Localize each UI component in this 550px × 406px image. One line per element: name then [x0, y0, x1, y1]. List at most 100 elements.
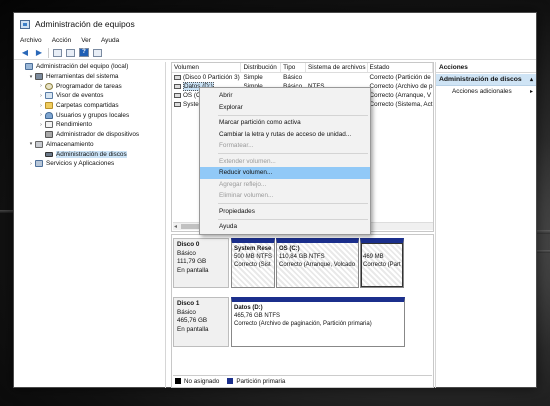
- disk-type: Básico: [177, 308, 196, 316]
- partition-status: Correcto (Arranque, Volcado: [279, 262, 356, 268]
- column-header-volumen[interactable]: Volumen: [172, 63, 242, 72]
- background-decoration: [0, 210, 14, 213]
- chevron-down-icon[interactable]: ▾: [28, 141, 34, 147]
- tree-item[interactable]: › Programador de tareas: [16, 81, 165, 91]
- volume-list-header: Volumen Distribución Tipo Sistema de arc…: [172, 63, 433, 73]
- title-bar: Administración de equipos: [14, 13, 536, 35]
- chevron-up-icon[interactable]: ▴: [530, 74, 533, 86]
- tree-item[interactable]: ▾ Herramientas del sistema: [16, 72, 165, 82]
- context-menu-item[interactable]: Propiedades: [200, 206, 370, 218]
- disk-type: Básico: [177, 249, 196, 257]
- services-icon: [35, 160, 43, 168]
- scroll-left-arrow-icon[interactable]: ◂: [174, 223, 177, 230]
- partition-name: OS (C:): [279, 246, 300, 252]
- column-header-tipo[interactable]: Tipo: [281, 63, 306, 72]
- chevron-right-icon[interactable]: ›: [38, 122, 44, 128]
- disk-row-1[interactable]: Disco 1 Básico 465,76 GB En pantalla Dat…: [173, 297, 432, 347]
- chevron-right-icon[interactable]: ›: [28, 161, 34, 167]
- legend-swatch: [227, 377, 234, 384]
- chevron-right-icon[interactable]: ›: [38, 103, 44, 109]
- chevron-down-icon[interactable]: ▾: [28, 74, 34, 80]
- disk-0-partitions: System Rese 500 MB NTFS Correcto (Sist O…: [231, 238, 432, 288]
- context-menu-item[interactable]: Abrir: [200, 90, 370, 102]
- context-menu-item[interactable]: Reducir volumen...: [200, 167, 370, 179]
- legend-primary: Partición primaria: [227, 378, 285, 385]
- column-header-sistema-archivos[interactable]: Sistema de archivos: [306, 63, 368, 72]
- partition-recovery[interactable]: 469 MB Correcto (Part: [360, 238, 404, 288]
- tree-item[interactable]: › Servicios y Aplicaciones: [16, 159, 165, 169]
- tree-item-label: Administración del equipo (local): [36, 63, 129, 71]
- tree-item[interactable]: Administración del equipo (local): [16, 62, 165, 72]
- partition-os-c[interactable]: OS (C:) 110,84 GB NTFS Correcto (Arranqu…: [276, 238, 359, 288]
- folder-up-icon[interactable]: [53, 48, 62, 57]
- table-cell: Correcto (Partición de: [369, 74, 431, 81]
- chevron-right-icon[interactable]: ›: [38, 93, 44, 99]
- partition-size: 469 MB: [363, 254, 384, 260]
- partition-size: 500 MB NTFS: [234, 254, 273, 260]
- tree-item[interactable]: › Rendimiento: [16, 120, 165, 130]
- column-header-distribucion[interactable]: Distribución: [241, 63, 282, 72]
- menu-ayuda[interactable]: Ayuda: [101, 37, 119, 44]
- actions-selected-label: Administración de discos: [439, 76, 522, 83]
- chevron-right-icon[interactable]: ›: [38, 112, 44, 118]
- context-menu-item[interactable]: Explorar: [200, 102, 370, 114]
- help-icon[interactable]: ?: [79, 48, 89, 57]
- tree-item-label: Administración de discos: [56, 150, 127, 158]
- context-menu-item[interactable]: Marcar partición como activa: [200, 117, 370, 129]
- perf-icon: [45, 121, 53, 129]
- chevron-right-icon: ▸: [529, 89, 533, 95]
- partition-size: 110,84 GB NTFS: [279, 254, 325, 260]
- disk-row-0[interactable]: Disco 0 Básico 111,79 GB En pantalla Sys…: [173, 238, 432, 288]
- tree-item[interactable]: ▾ Almacenamiento: [16, 140, 165, 150]
- context-menu-item: Eliminar volumen...: [219, 192, 274, 199]
- chevron-right-icon[interactable]: ›: [38, 83, 44, 89]
- volume-icon: [174, 92, 181, 98]
- disk-size: 465,76 GB: [177, 317, 208, 324]
- column-header-estado[interactable]: Estado: [368, 63, 433, 72]
- properties-icon[interactable]: [66, 48, 75, 57]
- folder-icon: [45, 102, 53, 110]
- tree-item[interactable]: Administración de discos: [16, 149, 165, 159]
- back-arrow-icon[interactable]: ◀: [20, 48, 30, 57]
- context-menu-item[interactable]: Cambiar la letra y rutas de acceso de un…: [200, 129, 370, 141]
- tree-item[interactable]: › Visor de eventos: [16, 91, 165, 101]
- actions-pane: Acciones Administración de discos ▴ Acci…: [435, 62, 536, 388]
- disk-size: 111,79 GB: [177, 258, 207, 265]
- actions-selected-section[interactable]: Administración de discos ▴: [436, 74, 536, 86]
- window-title: Administración de equipos: [35, 19, 135, 29]
- disk-name: Disco 1: [177, 300, 200, 307]
- toolbar-separator: [48, 47, 49, 58]
- action-label: Acciones adicionales: [452, 88, 512, 95]
- navigation-tree: Administración del equipo (local) ▾ Herram…: [16, 62, 166, 388]
- tree-item-label: Herramientas del sistema: [46, 73, 119, 81]
- disk-1-label[interactable]: Disco 1 Básico 465,76 GB En pantalla: [173, 297, 229, 347]
- tree-item-label: Administrador de dispositivos: [56, 131, 140, 139]
- legend-label: No asignado: [184, 377, 220, 385]
- table-cell: Básico: [283, 74, 303, 81]
- show-pane-icon[interactable]: [93, 48, 102, 57]
- legend-swatch: [175, 377, 181, 384]
- tree-item-label: Carpetas compartidas: [56, 102, 119, 110]
- partition-name: System Rese: [234, 246, 272, 252]
- context-menu-item[interactable]: Ayuda: [200, 221, 370, 233]
- context-menu-item: Agregar reflejo...: [219, 180, 267, 188]
- forward-arrow-icon[interactable]: ▶: [34, 48, 44, 57]
- menu-archivo[interactable]: Archivo: [20, 37, 42, 44]
- tree-item[interactable]: Administrador de dispositivos: [16, 130, 165, 140]
- tree-item[interactable]: › Usuarios y grupos locales: [16, 110, 165, 120]
- menu-accion[interactable]: Acción: [52, 37, 72, 44]
- menu-separator: [218, 153, 368, 154]
- volume-name: (Disco 0 Partición 3): [183, 74, 240, 81]
- disk-0-label[interactable]: Disco 0 Básico 111,79 GB En pantalla: [173, 238, 229, 288]
- tree-item[interactable]: › Carpetas compartidas: [16, 101, 165, 111]
- partition-system-reserved[interactable]: System Rese 500 MB NTFS Correcto (Sist: [231, 238, 275, 288]
- menu-ver[interactable]: Ver: [81, 37, 91, 44]
- table-row[interactable]: (Disco 0 Partición 3) Simple Básico Correct…: [172, 73, 433, 82]
- log-icon: [45, 92, 53, 100]
- action-more-actions[interactable]: Acciones adicionales ▸: [436, 86, 536, 98]
- legend-unallocated: No asignado: [175, 378, 219, 385]
- partition-datos-d[interactable]: Datos (D:) 465,76 GB NTFS Correcto (Arch…: [231, 297, 405, 347]
- computer-icon: [25, 63, 33, 71]
- actions-header: Acciones: [436, 62, 536, 73]
- disk-1-partitions: Datos (D:) 465,76 GB NTFS Correcto (Arch…: [231, 297, 432, 347]
